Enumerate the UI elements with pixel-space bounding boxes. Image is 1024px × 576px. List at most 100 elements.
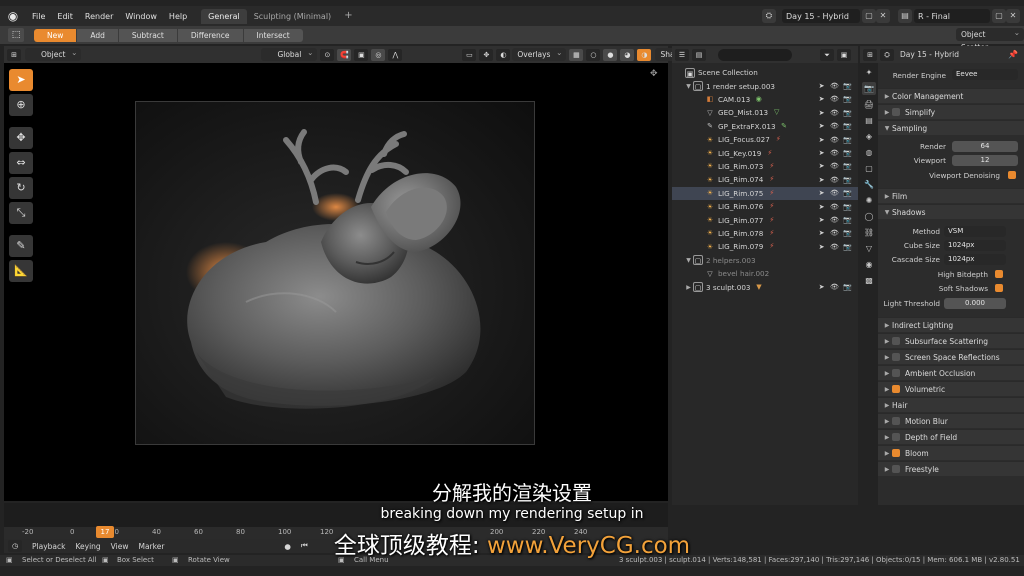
outliner-row[interactable]: ☀ LIG_Rim.074 ⚡ ➤ 👁 📷 <box>672 173 858 186</box>
select-toggle-icon[interactable]: ➤ <box>815 149 828 157</box>
outliner-row[interactable]: ▽ GEO_Mist.013 ▽ ➤ 👁 📷 <box>672 106 858 119</box>
section-enable-checkbox[interactable] <box>892 385 900 393</box>
light-data-icon[interactable]: ⚡ <box>767 216 776 225</box>
select-toggle-icon[interactable]: ➤ <box>815 95 828 103</box>
light-threshold-field[interactable]: 0.000 <box>944 298 1006 309</box>
render-tab-icon[interactable]: 📷 <box>862 82 876 95</box>
light-data-icon[interactable]: ⚡ <box>767 162 776 171</box>
blender-logo-icon[interactable]: ◉ <box>4 7 22 25</box>
view-layer-icon[interactable]: ▤ <box>898 9 912 23</box>
scene-tab-icon[interactable]: ◈ <box>862 130 876 143</box>
outliner-row[interactable]: ▶ ▢ 3 sculpt.003 ▼ ➤ 👁 📷 <box>672 280 858 293</box>
visibility-eye-icon[interactable]: 👁 <box>828 122 841 130</box>
light-data-icon[interactable]: ⚡ <box>767 229 776 238</box>
select-toggle-icon[interactable]: ➤ <box>815 189 828 197</box>
light-data-icon[interactable]: ⚡ <box>765 149 774 158</box>
measure-tool-icon[interactable]: 📐 <box>9 260 33 282</box>
render-camera-icon[interactable]: 📷 <box>841 216 854 224</box>
visibility-eye-icon[interactable]: 👁 <box>828 109 841 117</box>
object-data-icon[interactable]: ✎ <box>780 122 789 131</box>
film-section[interactable]: ▶ Film <box>878 188 1024 203</box>
tool-tab-icon[interactable]: ✦ <box>862 66 876 79</box>
outliner-row[interactable]: ▼ ▢ 2 helpers.003 <box>672 254 858 267</box>
simplify-checkbox[interactable] <box>892 108 900 116</box>
section-enable-checkbox[interactable] <box>892 353 900 361</box>
scale-tool-icon[interactable]: ⤡ <box>9 202 33 224</box>
object-data-icon[interactable]: ▽ <box>772 108 781 117</box>
viewport-denoising-checkbox[interactable] <box>1008 171 1016 179</box>
pin-icon[interactable]: 📌 <box>1008 50 1018 59</box>
modifier-tab-icon[interactable]: 🔧 <box>862 178 876 191</box>
pivot-icon[interactable]: ⊙ <box>320 48 335 61</box>
particles-tab-icon[interactable]: ✺ <box>862 194 876 207</box>
expand-toggle-icon[interactable]: ▼ <box>684 257 693 264</box>
render-section[interactable]: ▶ Ambient Occlusion <box>878 365 1024 380</box>
constraints-tab-icon[interactable]: ⛓ <box>862 226 876 239</box>
menu-edit[interactable]: Edit <box>51 12 79 21</box>
falloff-icon[interactable]: ⋀ <box>388 48 403 61</box>
output-tab-icon[interactable]: 🖨 <box>862 98 876 111</box>
light-data-icon[interactable]: ⚡ <box>767 242 776 251</box>
render-camera-icon[interactable]: 📷 <box>841 162 854 170</box>
render-samples-field[interactable]: 64 <box>952 141 1018 152</box>
render-engine-dropdown[interactable]: Eevee <box>952 69 1018 80</box>
render-section[interactable]: ▶ Hair <box>878 397 1024 412</box>
filter-icon[interactable]: ▼ <box>755 283 764 292</box>
section-enable-checkbox[interactable] <box>892 433 900 441</box>
select-tool-icon[interactable]: ➤ <box>9 69 33 91</box>
op-difference-button[interactable]: Difference <box>177 28 243 42</box>
select-toggle-icon[interactable]: ➤ <box>815 122 828 130</box>
new-collection-icon[interactable]: ▣ <box>837 48 851 61</box>
texture-tab-icon[interactable]: ▩ <box>862 274 876 287</box>
overlays-dropdown[interactable]: Overlays <box>512 46 567 61</box>
soft-shadows-checkbox[interactable] <box>995 284 1003 292</box>
select-toggle-icon[interactable]: ➤ <box>815 216 828 224</box>
new-scene-button[interactable]: ▢ <box>862 9 876 23</box>
data-tab-icon[interactable]: ▽ <box>862 242 876 255</box>
outliner-search-input[interactable] <box>718 48 792 61</box>
shading-rendered-icon[interactable]: ◑ <box>637 48 652 61</box>
shadow-method-dropdown[interactable]: VSM <box>944 226 1006 237</box>
visibility-eye-icon[interactable]: 👁 <box>828 162 841 170</box>
3d-viewport[interactable]: ➤ ⊕ ✥ ⇔ ↻ ⤡ ✎ 📐 ✥ <box>4 63 668 501</box>
scene-icon[interactable]: ⛭ <box>762 9 776 23</box>
select-toggle-icon[interactable]: ➤ <box>815 283 828 291</box>
object-scatter-dropdown[interactable]: Object Scatter <box>956 26 1024 52</box>
snap-target-icon[interactable]: ▣ <box>354 48 369 61</box>
select-toggle-icon[interactable]: ➤ <box>815 136 828 144</box>
render-camera-icon[interactable]: 📷 <box>841 136 854 144</box>
select-toggle-icon[interactable]: ➤ <box>815 243 828 251</box>
render-section[interactable]: ▶ Depth of Field <box>878 429 1024 444</box>
high-bitdepth-checkbox[interactable] <box>995 270 1003 278</box>
render-camera-icon[interactable]: 📷 <box>841 189 854 197</box>
section-enable-checkbox[interactable] <box>892 337 900 345</box>
view-layer-selector[interactable]: R - Final <box>914 9 990 23</box>
object-data-icon[interactable]: ◉ <box>754 95 763 104</box>
visibility-eye-icon[interactable]: 👁 <box>828 216 841 224</box>
view-layer-tab-icon[interactable]: ▤ <box>862 114 876 127</box>
expand-toggle-icon[interactable]: ▼ <box>684 83 693 90</box>
section-enable-checkbox[interactable] <box>892 449 900 457</box>
op-add-button[interactable]: Add <box>77 28 118 42</box>
object-mode-dropdown[interactable]: Object Mode <box>25 46 82 72</box>
select-toggle-icon[interactable]: ➤ <box>815 229 828 237</box>
visibility-eye-icon[interactable]: 👁 <box>828 189 841 197</box>
render-section[interactable]: ▶ Bloom <box>878 445 1024 460</box>
shading-solid-icon[interactable]: ● <box>603 48 618 61</box>
visibility-eye-icon[interactable]: 👁 <box>828 176 841 184</box>
transform-orientation-dropdown[interactable]: Global <box>261 46 318 61</box>
outliner-row[interactable]: ☀ LIG_Rim.077 ⚡ ➤ 👁 📷 <box>672 213 858 226</box>
op-intersect-button[interactable]: Intersect <box>243 28 303 42</box>
expand-toggle-icon[interactable]: ▶ <box>684 284 693 291</box>
render-section[interactable]: ▶ Motion Blur <box>878 413 1024 428</box>
object-tab-icon[interactable]: ▢ <box>862 162 876 175</box>
add-workspace-button[interactable]: + <box>338 7 358 24</box>
filter-icon[interactable]: ⏷ <box>820 48 834 61</box>
op-subtract-button[interactable]: Subtract <box>118 28 177 42</box>
outliner-row[interactable]: ◧ CAM.013 ◉ ➤ 👁 📷 <box>672 93 858 106</box>
render-camera-icon[interactable]: 📷 <box>841 229 854 237</box>
visibility-eye-icon[interactable]: 👁 <box>828 243 841 251</box>
gizmo-toggle-icon[interactable]: ✥ <box>479 48 494 61</box>
render-section[interactable]: ▶ Freestyle <box>878 461 1024 476</box>
outliner-row[interactable]: ☀ LIG_Rim.073 ⚡ ➤ 👁 📷 <box>672 160 858 173</box>
